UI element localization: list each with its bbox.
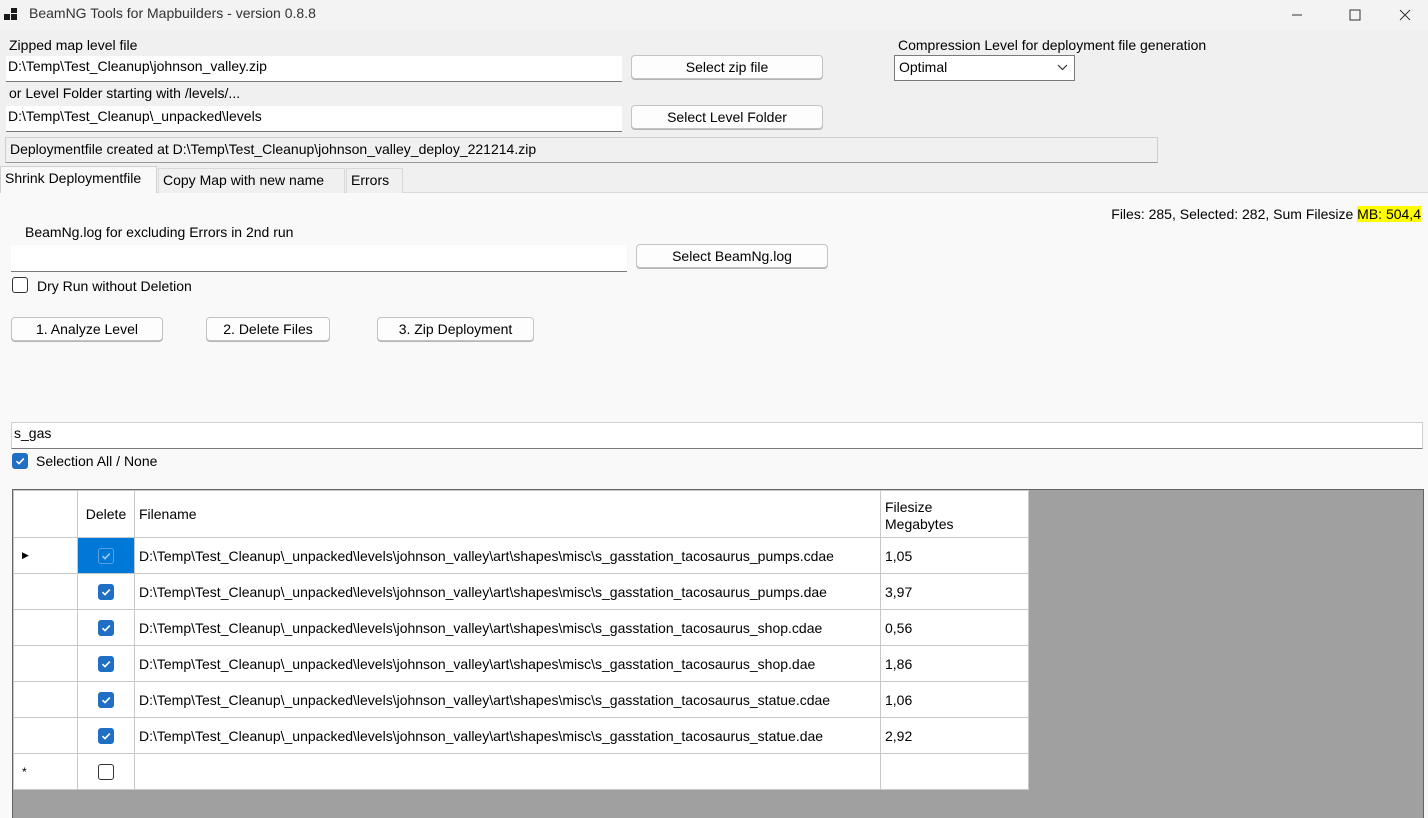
level-folder-input[interactable]: D:\Temp\Test_Cleanup\_unpacked\levels — [6, 106, 622, 132]
folder-label: or Level Folder starting with /levels/..… — [9, 85, 241, 101]
maximize-button[interactable] — [1332, 0, 1378, 30]
beamng-log-input[interactable] — [11, 245, 627, 272]
table-row[interactable]: D:\Temp\Test_Cleanup\_unpacked\levels\jo… — [13, 717, 1029, 754]
column-header-filename[interactable]: Filename — [134, 490, 881, 538]
file-stats: Files: 285, Selected: 282, Sum Filesize … — [1111, 206, 1421, 222]
filename-cell[interactable]: D:\Temp\Test_Cleanup\_unpacked\levels\jo… — [134, 681, 881, 718]
table-header-row: Delete Filename Filesize Megabytes — [13, 490, 1029, 538]
window-title: BeamNG Tools for Mapbuilders - version 0… — [29, 5, 316, 21]
filename-cell[interactable]: D:\Temp\Test_Cleanup\_unpacked\levels\jo… — [134, 717, 881, 754]
select-level-folder-button[interactable]: Select Level Folder — [631, 105, 823, 129]
row-indicator[interactable] — [13, 717, 78, 754]
row-indicator[interactable] — [13, 609, 78, 646]
check-icon — [101, 624, 111, 632]
delete-checkbox[interactable] — [98, 583, 114, 600]
filter-input[interactable]: s_gas — [11, 422, 1423, 449]
dry-run-label: Dry Run without Deletion — [37, 278, 192, 294]
delete-cell[interactable] — [77, 681, 135, 718]
delete-cell[interactable] — [77, 717, 135, 754]
delete-checkbox[interactable] — [98, 547, 114, 564]
filesize-highlight: MB: 504,4 — [1357, 206, 1421, 222]
zip-file-label: Zipped map level file — [9, 37, 138, 53]
delete-checkbox[interactable] — [98, 655, 114, 672]
filesize-header-line1: Filesize — [885, 499, 933, 515]
maximize-icon — [1349, 9, 1361, 21]
log-label: BeamNg.log for excluding Errors in 2nd r… — [25, 224, 294, 240]
minimize-icon — [1292, 14, 1302, 16]
table-row[interactable]: * — [13, 753, 1029, 790]
check-icon — [101, 552, 111, 560]
file-table: Delete Filename Filesize Megabytes ▶ D:\T… — [13, 490, 1029, 790]
minimize-button[interactable] — [1274, 0, 1320, 30]
select-all-label: Selection All / None — [36, 453, 158, 469]
zip-file-input[interactable]: D:\Temp\Test_Cleanup\johnson_valley.zip — [6, 56, 622, 82]
delete-cell[interactable] — [77, 609, 135, 646]
filename-cell[interactable]: D:\Temp\Test_Cleanup\_unpacked\levels\jo… — [134, 645, 881, 682]
table-row[interactable]: D:\Temp\Test_Cleanup\_unpacked\levels\jo… — [13, 573, 1029, 610]
check-icon — [101, 660, 111, 668]
select-zip-button[interactable]: Select zip file — [631, 55, 823, 79]
delete-cell[interactable] — [77, 753, 135, 790]
tab-copy-map[interactable]: Copy Map with new name — [158, 168, 345, 193]
table-row[interactable]: ▶ D:\Temp\Test_Cleanup\_unpacked\levels\j… — [13, 537, 1029, 574]
table-body: ▶ D:\Temp\Test_Cleanup\_unpacked\levels\j… — [13, 537, 1029, 790]
delete-cell[interactable] — [77, 573, 135, 610]
table-row[interactable]: D:\Temp\Test_Cleanup\_unpacked\levels\jo… — [13, 681, 1029, 718]
compression-select[interactable]: Optimal — [894, 55, 1075, 81]
delete-files-button[interactable]: 2. Delete Files — [206, 317, 330, 341]
column-header-delete[interactable]: Delete — [77, 490, 135, 538]
close-icon — [1399, 9, 1411, 21]
analyze-level-button[interactable]: 1. Analyze Level — [11, 317, 163, 341]
filesize-cell[interactable]: 1,86 — [880, 645, 1029, 682]
filesize-cell[interactable]: 1,05 — [880, 537, 1029, 574]
delete-checkbox[interactable] — [98, 763, 114, 780]
status-text: Deploymentfile created at D:\Temp\Test_C… — [5, 137, 1158, 163]
table-row[interactable]: D:\Temp\Test_Cleanup\_unpacked\levels\jo… — [13, 645, 1029, 682]
filesize-cell[interactable]: 3,97 — [880, 573, 1029, 610]
select-beamng-log-button[interactable]: Select BeamNg.log — [636, 244, 828, 268]
table-row[interactable]: D:\Temp\Test_Cleanup\_unpacked\levels\jo… — [13, 609, 1029, 646]
select-all-checkbox[interactable] — [12, 453, 28, 469]
file-grid[interactable]: Delete Filename Filesize Megabytes ▶ D:\T… — [12, 489, 1424, 818]
app-icon — [4, 8, 22, 22]
dry-run-checkbox[interactable] — [12, 277, 28, 293]
filename-cell[interactable]: D:\Temp\Test_Cleanup\_unpacked\levels\jo… — [134, 537, 881, 574]
delete-checkbox[interactable] — [98, 727, 114, 744]
delete-cell[interactable] — [77, 537, 135, 574]
filesize-header-line2: Megabytes — [885, 516, 954, 532]
filesize-cell[interactable]: 2,92 — [880, 717, 1029, 754]
check-icon — [101, 732, 111, 740]
filename-cell[interactable] — [134, 753, 881, 790]
new-row-asterisk-icon: * — [22, 764, 27, 779]
check-icon — [101, 588, 111, 596]
delete-checkbox[interactable] — [98, 619, 114, 636]
check-icon — [101, 696, 111, 704]
row-indicator[interactable]: * — [13, 753, 78, 790]
zip-deployment-button[interactable]: 3. Zip Deployment — [377, 317, 534, 341]
checkbox-box[interactable] — [12, 453, 28, 469]
close-button[interactable] — [1382, 0, 1428, 30]
filesize-cell[interactable] — [880, 753, 1029, 790]
row-header-column[interactable] — [13, 490, 78, 538]
compression-label: Compression Level for deployment file ge… — [898, 37, 1207, 53]
row-indicator[interactable] — [13, 681, 78, 718]
chevron-down-icon — [1057, 64, 1068, 71]
delete-cell[interactable] — [77, 645, 135, 682]
tab-shrink-deploymentfile[interactable]: Shrink Deploymentfile — [0, 166, 157, 193]
checkbox-box[interactable] — [12, 277, 28, 293]
current-row-arrow-icon: ▶ — [22, 550, 29, 560]
filename-cell[interactable]: D:\Temp\Test_Cleanup\_unpacked\levels\jo… — [134, 609, 881, 646]
delete-checkbox[interactable] — [98, 691, 114, 708]
check-icon — [15, 458, 25, 465]
tab-errors[interactable]: Errors — [346, 168, 403, 193]
compression-value: Optimal — [899, 59, 948, 75]
file-stats-text: Files: 285, Selected: 282, Sum Filesize — [1111, 206, 1358, 222]
column-header-filesize[interactable]: Filesize Megabytes — [880, 490, 1029, 538]
row-indicator[interactable] — [13, 645, 78, 682]
filesize-cell[interactable]: 0,56 — [880, 609, 1029, 646]
row-indicator[interactable] — [13, 573, 78, 610]
filesize-cell[interactable]: 1,06 — [880, 681, 1029, 718]
row-indicator[interactable]: ▶ — [13, 537, 78, 574]
filename-cell[interactable]: D:\Temp\Test_Cleanup\_unpacked\levels\jo… — [134, 573, 881, 610]
